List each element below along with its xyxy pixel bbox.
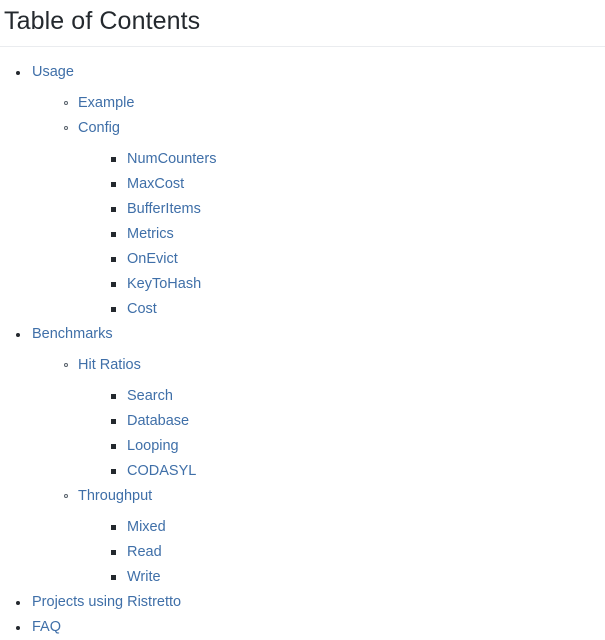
toc-item: Throughput Mixed Read Write — [63, 484, 605, 590]
toc-link-read[interactable]: Read — [127, 544, 162, 560]
toc-item: FAQ — [15, 615, 605, 640]
toc-item: Search — [110, 384, 605, 409]
bullet-disc-icon — [16, 333, 20, 338]
bullet-square-icon — [111, 307, 116, 313]
bullet-circle-icon — [64, 494, 68, 499]
toc-list-level-3: Mixed Read Write — [78, 515, 605, 590]
toc-item: MaxCost — [110, 172, 605, 197]
heading-divider — [0, 46, 605, 48]
toc-link-maxcost[interactable]: MaxCost — [127, 176, 184, 192]
toc-link-projects-using-ristretto[interactable]: Projects using Ristretto — [32, 594, 181, 610]
bullet-square-icon — [111, 525, 116, 531]
bullet-square-icon — [111, 575, 116, 581]
bullet-square-icon — [111, 419, 116, 425]
toc-link-example[interactable]: Example — [78, 95, 134, 111]
bullet-square-icon — [111, 182, 116, 188]
bullet-square-icon — [111, 550, 116, 556]
toc-list-level-2: Hit Ratios Search Database Looping CODASYL Th… — [32, 353, 605, 590]
toc-item: Cost — [110, 297, 605, 322]
toc-link-cost[interactable]: Cost — [127, 301, 157, 317]
toc-item: Projects using Ristretto — [15, 590, 605, 615]
toc-link-onevict[interactable]: OnEvict — [127, 251, 178, 267]
toc-link-search[interactable]: Search — [127, 388, 173, 404]
toc-item: Metrics — [110, 222, 605, 247]
bullet-square-icon — [111, 282, 116, 288]
bullet-disc-icon — [16, 626, 20, 631]
toc-item: Write — [110, 565, 605, 590]
bullet-disc-icon — [16, 71, 20, 76]
toc-item: Benchmarks Hit Ratios Search Database Loopin… — [15, 322, 605, 590]
toc-item: OnEvict — [110, 247, 605, 272]
bullet-square-icon — [111, 207, 116, 213]
toc-list-level-3: Search Database Looping CODASYL — [78, 384, 605, 484]
toc-link-config[interactable]: Config — [78, 120, 120, 136]
toc-item: Database — [110, 409, 605, 434]
toc-link-benchmarks[interactable]: Benchmarks — [32, 326, 113, 342]
toc-link-mixed[interactable]: Mixed — [127, 519, 166, 535]
toc-link-throughput[interactable]: Throughput — [78, 488, 152, 504]
toc-list-level-2: Example Config NumCounters MaxCost BufferIte… — [32, 91, 605, 322]
page-title: Table of Contents — [4, 7, 201, 35]
table-of-contents-page: Table of Contents Usage Example Config NumC… — [0, 0, 605, 635]
bullet-circle-icon — [64, 101, 68, 106]
toc-list-level-3: NumCounters MaxCost BufferItems Metrics OnEv… — [78, 147, 605, 322]
toc-item: Read — [110, 540, 605, 565]
toc-link-faq[interactable]: FAQ — [32, 619, 61, 635]
toc-link-looping[interactable]: Looping — [127, 438, 179, 454]
toc-item: Config NumCounters MaxCost BufferItems Metri… — [63, 116, 605, 322]
bullet-square-icon — [111, 232, 116, 238]
toc-link-metrics[interactable]: Metrics — [127, 226, 174, 242]
toc-link-database[interactable]: Database — [127, 413, 189, 429]
toc-item: CODASYL — [110, 459, 605, 484]
bullet-square-icon — [111, 444, 116, 450]
toc-link-numcounters[interactable]: NumCounters — [127, 151, 216, 167]
toc-link-codasyl[interactable]: CODASYL — [127, 463, 196, 479]
toc-link-keytohash[interactable]: KeyToHash — [127, 276, 201, 292]
bullet-disc-icon — [16, 601, 20, 606]
bullet-square-icon — [111, 257, 116, 263]
toc-item: Usage Example Config NumCounters MaxCost Buff… — [15, 60, 605, 322]
bullet-square-icon — [111, 394, 116, 400]
toc-tree: Usage Example Config NumCounters MaxCost Buff… — [0, 60, 605, 640]
toc-link-usage[interactable]: Usage — [32, 64, 74, 80]
toc-item: Hit Ratios Search Database Looping CODASYL — [63, 353, 605, 484]
toc-link-write[interactable]: Write — [127, 569, 161, 585]
toc-item: BufferItems — [110, 197, 605, 222]
toc-link-hit-ratios[interactable]: Hit Ratios — [78, 357, 141, 373]
bullet-circle-icon — [64, 363, 68, 368]
toc-item: Mixed — [110, 515, 605, 540]
bullet-square-icon — [111, 157, 116, 163]
toc-item: NumCounters — [110, 147, 605, 172]
bullet-circle-icon — [64, 126, 68, 131]
toc-item: Looping — [110, 434, 605, 459]
toc-list-level-1: Usage Example Config NumCounters MaxCost Buff… — [0, 60, 605, 640]
toc-link-bufferitems[interactable]: BufferItems — [127, 201, 201, 217]
toc-item: Example — [63, 91, 605, 116]
toc-item: KeyToHash — [110, 272, 605, 297]
bullet-square-icon — [111, 469, 116, 475]
